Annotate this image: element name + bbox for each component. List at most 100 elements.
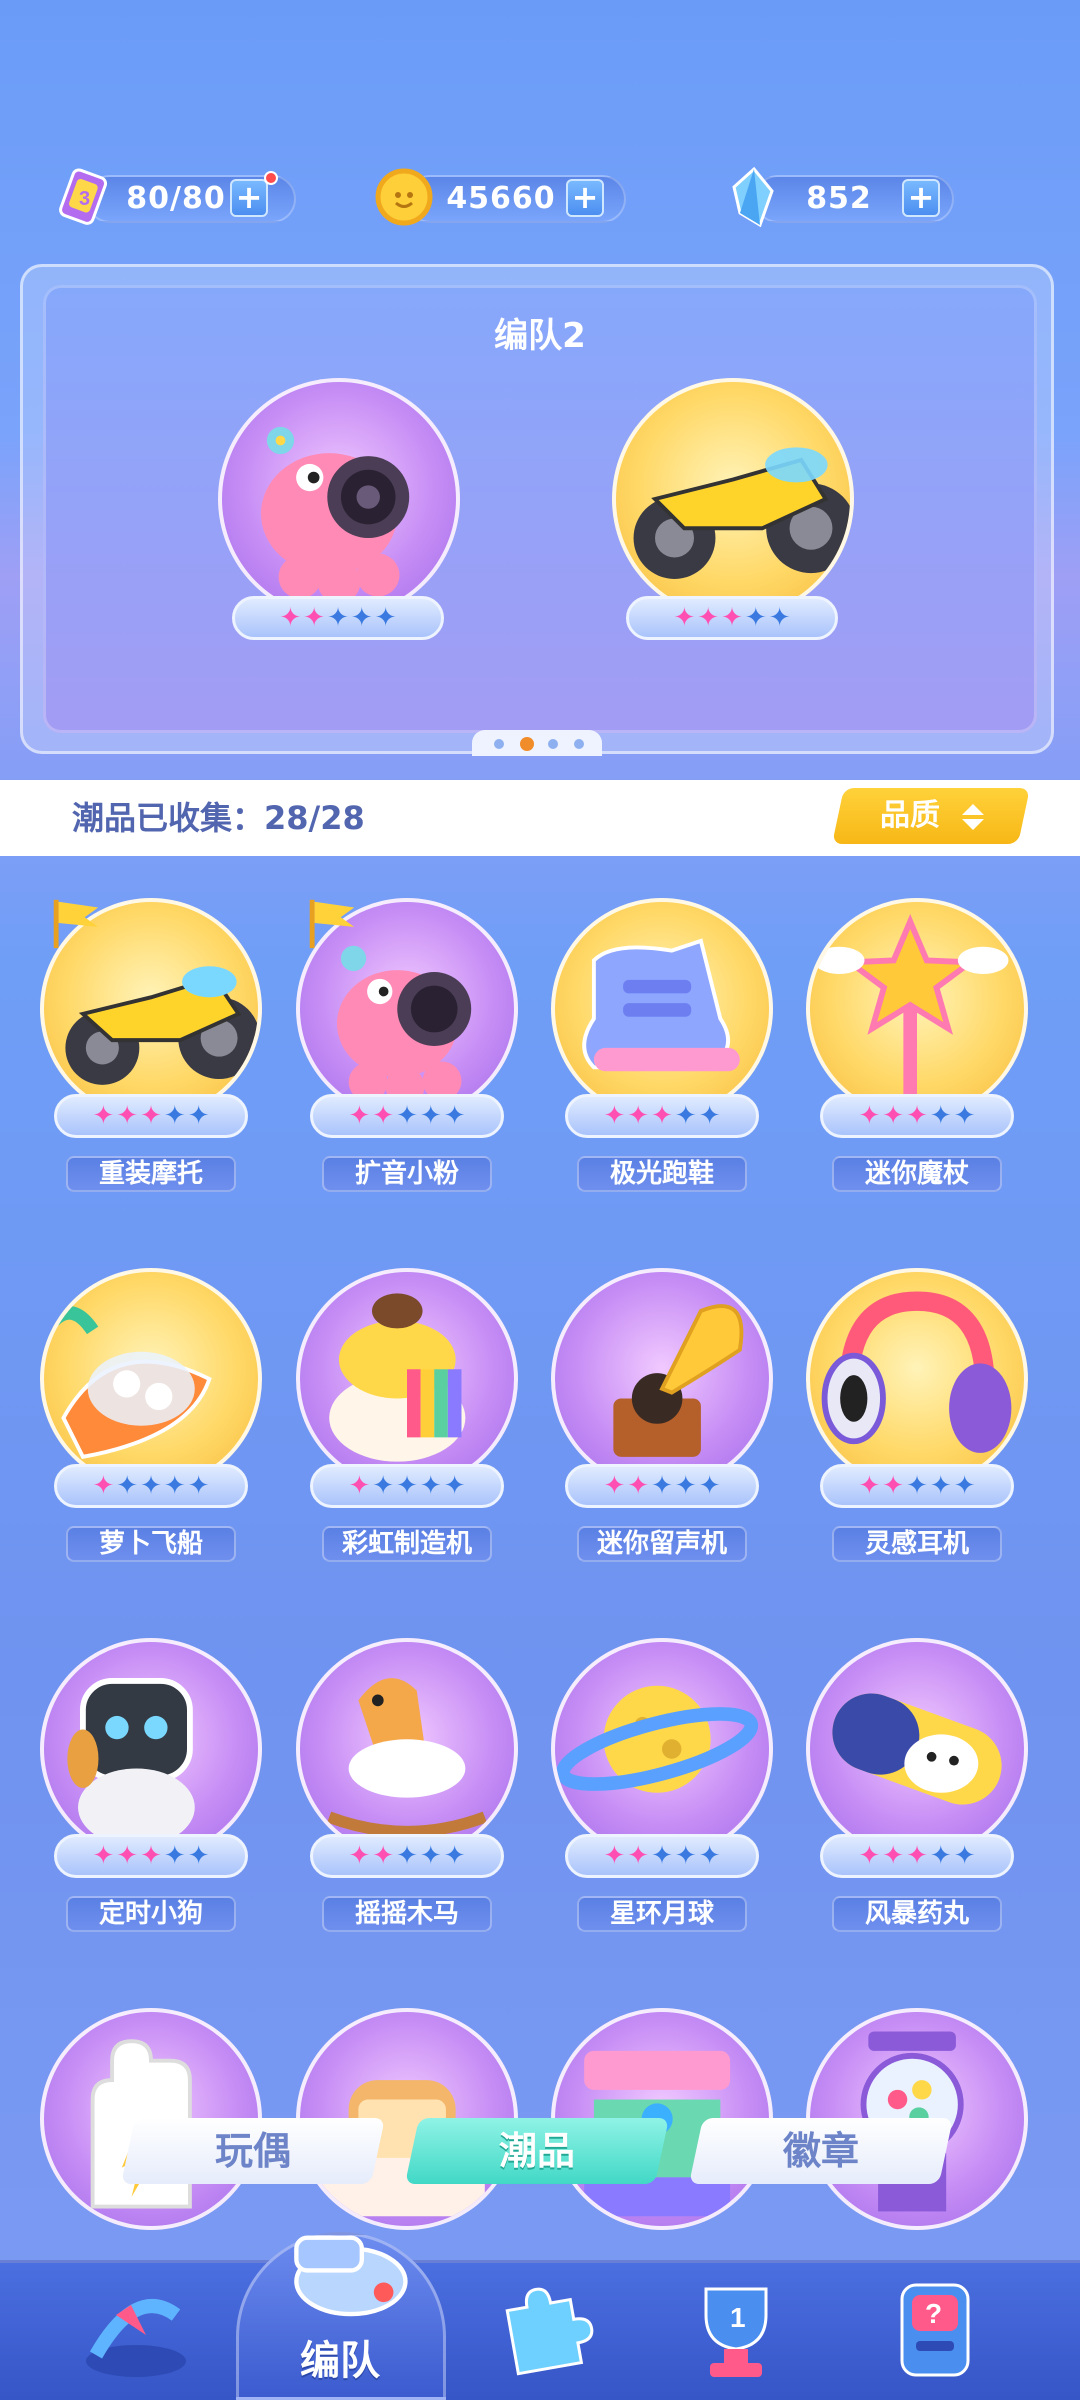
stamina-counter: 3 80/80 + xyxy=(52,168,296,227)
tab-dolls-label: 玩偶 xyxy=(214,2129,291,2173)
star-icon: ✦ xyxy=(372,1841,395,1871)
star-icon: ✦ xyxy=(140,1841,162,1871)
trophy-icon[interactable]: 1 xyxy=(676,2275,796,2385)
page-dot[interactable] xyxy=(574,739,584,749)
star-icon: ✦ xyxy=(187,1101,210,1131)
item-orb xyxy=(296,1638,518,1860)
star-icon: ✦ xyxy=(187,1471,210,1501)
add-diamonds-button[interactable]: + xyxy=(902,179,940,217)
tab-trendy-label: 潮品 xyxy=(498,2129,575,2173)
add-coins-button[interactable]: + xyxy=(566,179,604,217)
item-orb xyxy=(551,1268,773,1490)
squad-title: 编队2 xyxy=(494,316,586,356)
star-rating: ✦ ✦ ✦ ✦ ✦ xyxy=(565,1834,759,1878)
star-icon: ✦ xyxy=(140,1101,162,1131)
star-icon: ✦ xyxy=(906,1471,928,1501)
star-icon: ✦ xyxy=(372,1471,395,1501)
star-icon: ✦ xyxy=(627,1471,650,1501)
star-icon: ✦ xyxy=(882,1471,905,1501)
motorcycle-icon xyxy=(633,447,850,579)
collection-label: 潮品已收集： xyxy=(72,799,265,837)
star-icon: ✦ xyxy=(906,1841,928,1871)
star-icon: ✦ xyxy=(858,1101,881,1131)
squad-member-orb xyxy=(218,378,460,620)
star-icon: ✦ xyxy=(627,1101,650,1131)
squad-member-orb xyxy=(612,378,854,620)
item-orb xyxy=(551,1638,773,1860)
notification-dot xyxy=(264,171,278,185)
star-icon: ✦ xyxy=(443,1841,466,1871)
sort-arrows-icon xyxy=(962,804,984,830)
collection-status: 潮品已收集：28/28 xyxy=(72,780,365,856)
svg-text:?: ? xyxy=(925,2298,942,2329)
star-rating: ✦ ✦ ✦ ✦ ✦ xyxy=(820,1094,1014,1138)
star-icon: ✦ xyxy=(674,1101,697,1131)
star-icon: ✦ xyxy=(348,1841,371,1871)
item-orb xyxy=(806,898,1028,1120)
star-icon: ✦ xyxy=(443,1471,466,1501)
flag-icon xyxy=(309,899,355,949)
item-name: 星环月球 xyxy=(577,1896,747,1932)
star-rating: ✦ ✦ ✦ ✦ ✦ xyxy=(310,1834,504,1878)
star-icon: ✦ xyxy=(929,1471,952,1501)
collection-count: 28/28 xyxy=(264,799,365,837)
star-icon: ✦ xyxy=(116,1101,139,1131)
item-name: 萝卜飞船 xyxy=(66,1526,236,1562)
star-icon: ✦ xyxy=(953,1471,976,1501)
star-icon: ✦ xyxy=(651,1471,673,1501)
star-icon: ✦ xyxy=(92,1471,115,1501)
star-icon: ✦ xyxy=(603,1841,626,1871)
page-dot[interactable] xyxy=(494,739,504,749)
diamond-counter: 852 + xyxy=(720,166,954,228)
bow-icon[interactable] xyxy=(76,2275,196,2385)
star-rating: ✦ ✦ ✦ ✦ ✦ xyxy=(232,596,444,640)
nav-active-label: 编队 xyxy=(300,2338,380,2384)
star-rating: ✦ ✦ ✦ ✦ ✦ xyxy=(54,1834,248,1878)
star-icon: ✦ xyxy=(92,1841,115,1871)
page-dot-active[interactable] xyxy=(520,737,534,751)
star-rating: ✦ ✦ ✦ ✦ ✦ xyxy=(310,1464,504,1508)
star-rating: ✦ ✦ ✦ ✦ ✦ xyxy=(54,1464,248,1508)
star-icon: ✦ xyxy=(882,1841,905,1871)
quality-sort-label: 品质 xyxy=(880,798,940,833)
star-rating: ✦ ✦ ✦ ✦ ✦ xyxy=(820,1464,1014,1508)
star-rating: ✦ ✦ ✦ ✦ ✦ xyxy=(626,596,838,640)
star-rating: ✦ ✦ ✦ ✦ ✦ xyxy=(565,1094,759,1138)
puzzle-icon[interactable] xyxy=(482,2275,602,2385)
page-dot[interactable] xyxy=(548,739,558,749)
star-icon: ✦ xyxy=(396,1471,418,1501)
star-icon: ✦ xyxy=(348,1101,371,1131)
star-icon: ✦ xyxy=(882,1101,905,1131)
carrot-ship-icon xyxy=(48,1306,212,1459)
star-icon: ✦ xyxy=(603,1471,626,1501)
tab-badges-label: 徽章 xyxy=(782,2129,859,2173)
item-name: 迷你留声机 xyxy=(577,1526,747,1562)
coin-counter: 45660 + xyxy=(372,168,626,227)
collection-bar: 潮品已收集：28/28 品质 xyxy=(0,780,1080,856)
star-icon: ✦ xyxy=(698,1471,721,1501)
star-icon: ✦ xyxy=(603,1101,626,1131)
star-rating: ✦ ✦ ✦ ✦ ✦ xyxy=(310,1094,504,1138)
magic-wand-icon xyxy=(813,913,1009,1107)
whistle-icon[interactable] xyxy=(270,2205,410,2325)
item-name: 彩虹制造机 xyxy=(322,1526,492,1562)
star-icon: ✦ xyxy=(163,1471,186,1501)
star-icon: ✦ xyxy=(443,1101,466,1131)
mystery-machine-icon[interactable]: ? xyxy=(876,2275,996,2385)
planet-icon xyxy=(556,1685,759,1793)
add-stamina-button[interactable]: + xyxy=(230,179,268,217)
item-name: 灵感耳机 xyxy=(832,1526,1002,1562)
star-icon: ✦ xyxy=(858,1471,881,1501)
star-icon: ✦ xyxy=(116,1841,139,1871)
sneaker-icon xyxy=(582,938,740,1072)
svg-text:1: 1 xyxy=(730,2302,746,2333)
star-icon: ✦ xyxy=(348,1471,371,1501)
gramophone-icon xyxy=(613,1304,744,1457)
star-icon: ✦ xyxy=(698,1841,721,1871)
diamond-value: 852 xyxy=(806,181,872,216)
star-icon: ✦ xyxy=(674,1471,697,1501)
star-icon: ✦ xyxy=(674,1841,697,1871)
item-orb xyxy=(296,1268,518,1490)
rocking-horse-icon xyxy=(327,1678,487,1838)
item-orb xyxy=(551,898,773,1120)
